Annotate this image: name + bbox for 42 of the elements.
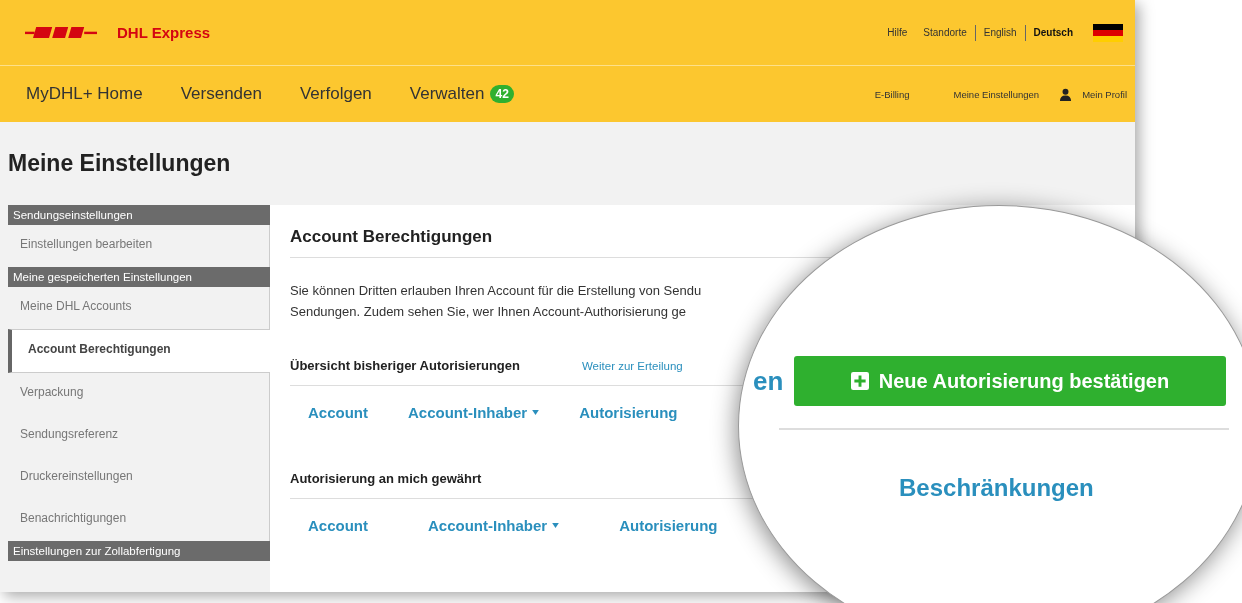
language-link[interactable]: Deutsch	[1033, 27, 1073, 38]
column-header[interactable]: Account	[308, 517, 368, 534]
description-text: Sie können Dritten erlauben Ihren Account für die Erstellung von Sendu	[290, 282, 703, 300]
sidebar-item[interactable]: Benachrichtigungen	[8, 499, 269, 541]
top-link[interactable]: Hilfe	[887, 27, 908, 38]
new-authorization-button[interactable]: Neue Autorisierung bestätigen	[794, 356, 1226, 406]
continue-link[interactable]: Weiter zur Erteilung	[581, 359, 683, 372]
sidebar-item[interactable]: Account Berechtigungen	[8, 329, 270, 373]
column-header[interactable]: Autorisierung	[579, 404, 678, 421]
plus-icon	[850, 372, 869, 390]
sidebar-item[interactable]: Verpackung	[8, 373, 269, 415]
column-header[interactable]: Account-Inhaber	[428, 517, 560, 534]
top-link[interactable]: Standorte	[923, 27, 967, 38]
sidebar-item[interactable]: Meine DHL Accounts	[8, 287, 269, 329]
nav-link[interactable]: E-Billing	[874, 88, 910, 100]
column-header[interactable]: Account-Inhaber	[408, 404, 540, 421]
subsection-title: Autorisierung an mich gewährt	[290, 471, 482, 486]
subsection-title: Übersicht bisheriger Autorisierungen	[290, 358, 520, 373]
nav-link[interactable]: Verwalten 42	[409, 84, 514, 104]
nav-link[interactable]: MyDHL+ Home	[26, 84, 143, 104]
logo-icon	[25, 24, 97, 41]
description-text: Sendungen. Zudem sehen Sie, wer Ihnen Account-Authorisierung ge	[290, 303, 688, 321]
sidebar-heading: Meine gespeicherten Einstellungen	[8, 267, 270, 287]
sidebar-item[interactable]: Sendungsreferenz	[8, 415, 269, 457]
column-header[interactable]: Autorisierung	[619, 517, 718, 534]
sidebar-item[interactable]: Einstellungen bearbeiten	[8, 225, 269, 267]
nav-link[interactable]: Meine Einstellungen	[953, 88, 1040, 100]
nav-link[interactable]: Verfolgen	[299, 84, 372, 104]
page-title: Meine Einstellungen	[8, 150, 231, 177]
flag-icon[interactable]	[1093, 23, 1123, 42]
count-badge: 42	[490, 85, 514, 103]
user-icon	[1059, 87, 1073, 101]
profile-link[interactable]: Mein Profil	[1082, 88, 1127, 100]
brand-name: DHL Express	[117, 24, 211, 41]
column-header[interactable]: Account	[308, 404, 368, 421]
sidebar-item[interactable]: Druckereinstellungen	[8, 457, 269, 499]
language-link[interactable]: English	[983, 27, 1017, 38]
sidebar-heading: Einstellungen zur Zollabfertigung	[8, 541, 270, 561]
magnified-text: en	[753, 366, 784, 397]
nav-link[interactable]: Versenden	[180, 84, 262, 104]
column-header[interactable]: Beschränkungen	[899, 474, 1094, 502]
sidebar-heading: Sendungseinstellungen	[8, 205, 270, 225]
